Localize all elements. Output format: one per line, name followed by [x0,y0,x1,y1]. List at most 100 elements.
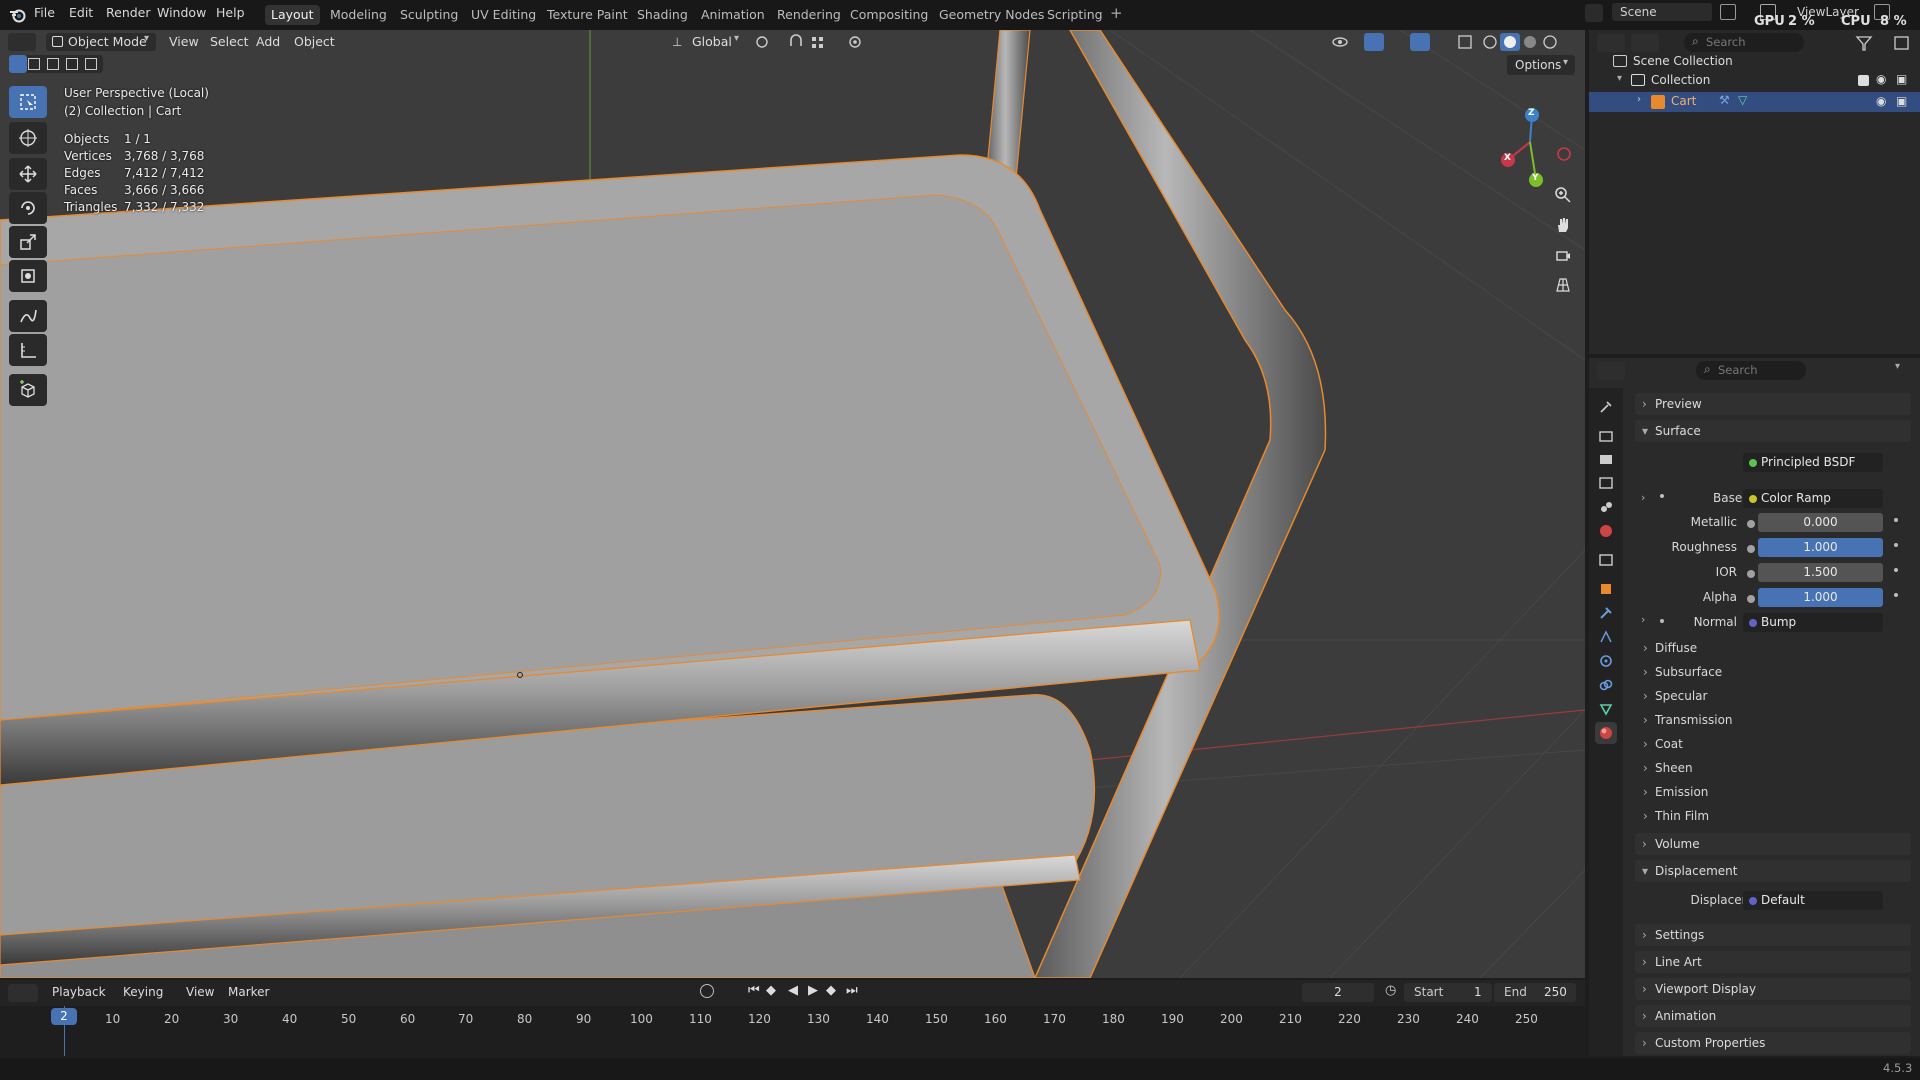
shading-material-icon[interactable] [1520,33,1540,51]
tool-annotate[interactable] [9,300,47,332]
normal-field[interactable]: Bump [1743,613,1883,632]
overlays-toggle-icon[interactable] [1410,33,1430,51]
navigation-gizmo[interactable]: Z X Y [1480,92,1580,192]
play-icon[interactable]: ▶ [808,983,818,998]
play-reverse-icon[interactable]: ◀ [788,983,798,998]
autokey-record-icon[interactable] [700,984,714,998]
object-camera-icon[interactable]: ▣ [1896,94,1907,108]
chevron-right-icon[interactable]: › [1641,491,1645,504]
keyframe-dot-icon[interactable] [1894,543,1898,547]
pivot-point-icon[interactable] [752,33,772,51]
tab-sculpting[interactable]: Sculpting [394,5,464,25]
select-intersect-icon[interactable] [85,58,97,70]
surface-shader-field[interactable]: Principled BSDF [1743,453,1883,472]
section-custom-properties[interactable]: › Custom Properties [1635,1032,1911,1054]
collection-eye-icon[interactable]: ◉ [1876,72,1886,86]
tool-rotate[interactable] [9,192,47,224]
metallic-field[interactable]: 0.000 [1758,513,1883,532]
snap-target-icon[interactable] [808,33,828,51]
timeline-menu-marker[interactable]: Marker [228,985,269,999]
subpanel-emission[interactable]: › Emission [1643,785,1708,799]
menu-file[interactable]: File [34,5,55,20]
render-tab-icon[interactable] [1595,424,1617,446]
playhead-frame[interactable]: 2 [51,1008,77,1025]
object-tab-icon[interactable] [1595,578,1617,600]
tab-geometry-nodes[interactable]: Geometry Nodes [933,5,1050,25]
tab-animation[interactable]: Animation [695,5,771,25]
jump-keyframe-back-icon[interactable]: ◆ [766,983,776,998]
chevron-down-icon[interactable]: ▾ [1617,73,1622,84]
tab-compositing[interactable]: Compositing [844,5,934,25]
scene-copy-icon[interactable] [1720,4,1736,20]
subpanel-coat[interactable]: › Coat [1643,737,1683,751]
chevron-right-icon[interactable]: › [1637,94,1641,105]
select-extend-icon[interactable] [28,58,40,70]
basecolor-field[interactable]: Color Ramp [1743,489,1883,508]
viewport-menu-object[interactable]: Object [294,34,335,49]
tool-scale[interactable] [9,226,47,258]
mesh-data-icon[interactable]: ▽ [1738,93,1747,107]
timeline-editor-type-icon[interactable] [8,984,38,1002]
timeline-menu-playback[interactable]: Playback [52,985,106,999]
section-line-art[interactable]: › Line Art [1635,951,1911,973]
data-tab-icon[interactable] [1595,698,1617,720]
select-invert-icon[interactable] [66,58,78,70]
menu-help[interactable]: Help [216,5,245,20]
tool-transform[interactable] [9,260,47,292]
shading-rendered-icon[interactable] [1540,33,1560,51]
collection-tab-icon[interactable] [1595,548,1617,570]
viewport-menu-view[interactable]: View [169,34,199,49]
jump-keyframe-forward-icon[interactable]: ◆ [826,983,836,998]
scene-tab-icon[interactable] [1595,496,1617,518]
section-surface[interactable]: ▾ Surface [1635,420,1911,442]
scene-field[interactable]: Scene [1612,3,1712,21]
outliner-row-cart[interactable]: › Cart ⚒ ▽ ◉ ▣ [1589,92,1920,112]
camera-view-icon[interactable] [1550,242,1576,268]
section-volume[interactable]: › Volume [1635,833,1911,855]
tool-measure[interactable] [9,334,47,366]
roughness-field[interactable]: 1.000 [1758,538,1883,557]
keyframe-dot-icon[interactable] [1894,518,1898,522]
mode-dropdown[interactable]: Object Mode ▾ [46,33,156,51]
current-frame-field[interactable]: 2 [1302,983,1374,1002]
select-subtract-icon[interactable] [47,58,59,70]
tool-add-cube[interactable] [9,374,47,406]
tab-layout[interactable]: Layout [265,5,320,25]
scene-type-icon[interactable] [1585,4,1603,22]
world-tab-icon[interactable] [1595,520,1617,542]
shading-solid-icon[interactable] [1500,33,1520,51]
chevron-down-icon[interactable]: ▾ [1895,361,1900,372]
section-preview[interactable]: › Preview [1635,393,1911,415]
gizmo-toggle-icon[interactable] [1364,33,1384,51]
section-settings[interactable]: › Settings [1635,924,1911,946]
jump-end-icon[interactable]: ⏭ [846,983,858,998]
tab-shading[interactable]: Shading [631,5,694,25]
jump-start-icon[interactable]: ⏮ [748,983,760,998]
tool-select-box[interactable] [9,86,47,118]
tab-uv-editing[interactable]: UV Editing [465,5,542,25]
select-new-icon[interactable] [9,55,27,73]
subpanel-transmission[interactable]: › Transmission [1643,713,1733,727]
3d-viewport[interactable]: Object Mode ▾ View Select Add Object ⊥ G… [0,30,1585,978]
transform-orientation-dropdown[interactable]: ⊥ Global ▾ [672,33,744,51]
menu-window[interactable]: Window [157,5,206,20]
outliner-search-input[interactable]: ⌕ Search [1684,33,1804,52]
proportional-edit-icon[interactable] [845,33,865,51]
modifier-wrench-icon[interactable]: ⚒ [1719,93,1730,107]
pan-hand-icon[interactable] [1550,212,1576,238]
particles-tab-icon[interactable] [1595,626,1617,648]
tab-texture-paint[interactable]: Texture Paint [541,5,634,25]
blender-logo-icon[interactable] [9,6,27,24]
add-workspace-icon[interactable]: + [1110,4,1123,22]
perspective-toggle-icon[interactable] [1550,272,1576,298]
zoom-icon[interactable] [1550,182,1576,208]
xray-toggle-icon[interactable] [1455,33,1475,51]
material-tab-icon[interactable] [1595,722,1617,744]
properties-editor-type-icon[interactable] [1597,362,1625,380]
display-mode-icon[interactable] [1631,34,1659,52]
object-eye-icon[interactable]: ◉ [1876,94,1886,108]
menu-edit[interactable]: Edit [69,5,93,20]
view-layer-tab-icon[interactable] [1595,472,1617,494]
collection-camera-icon[interactable]: ▣ [1896,72,1907,86]
tab-modeling[interactable]: Modeling [324,5,393,25]
